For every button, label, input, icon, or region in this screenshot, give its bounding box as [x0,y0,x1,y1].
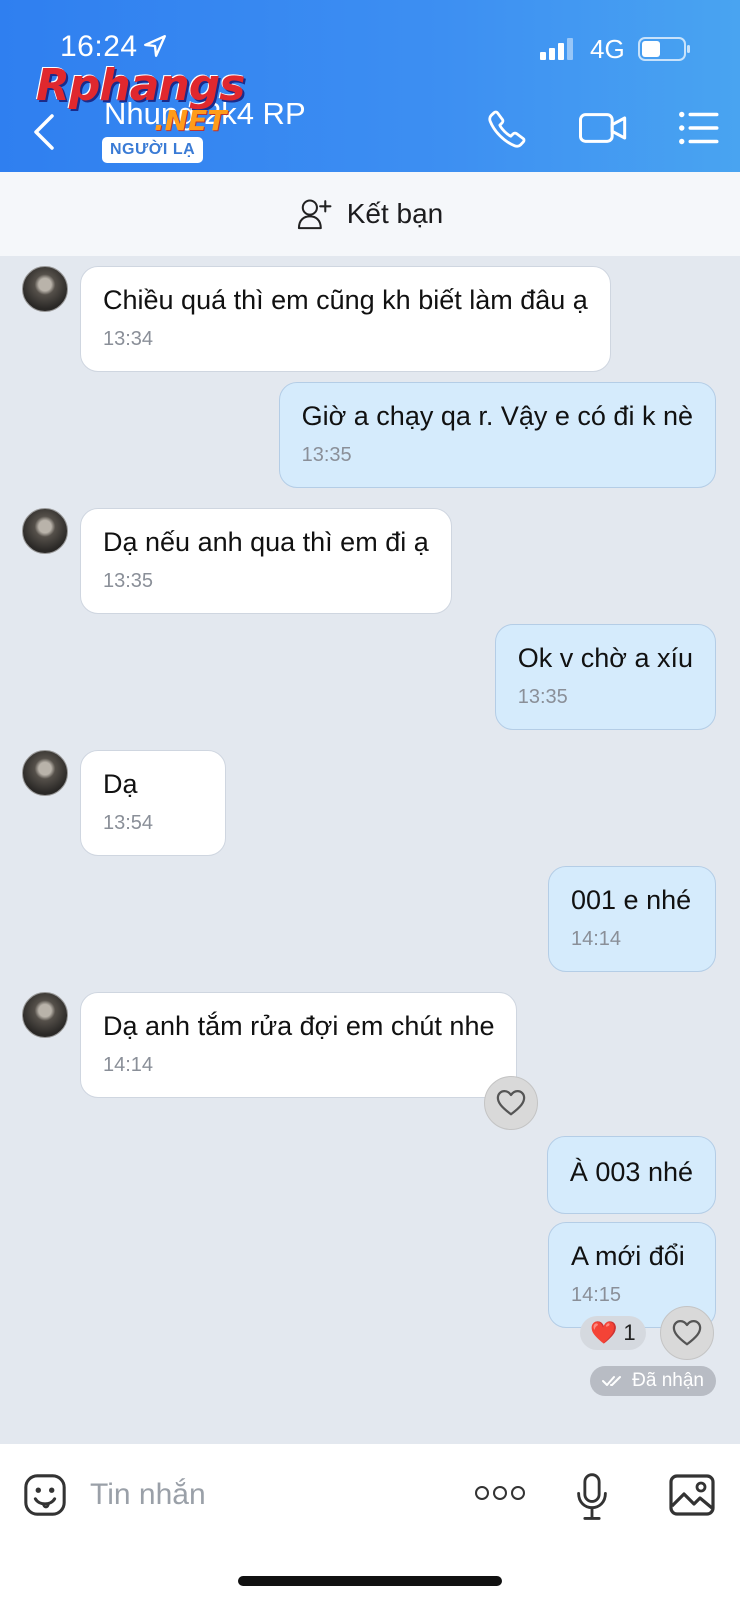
message-bubble-outgoing[interactable]: 001 e nhé 14:14 [548,866,716,972]
network-type: 4G [590,34,625,64]
heart-outline-icon [672,1320,702,1346]
message-text: Chiều quá thì em cũng kh biết làm đâu ạ [103,285,588,315]
message-bubble-outgoing[interactable]: Ok v chờ a xíu 13:35 [494,624,716,730]
avatar[interactable] [22,992,68,1038]
message-text: À 003 nhé [569,1157,693,1187]
add-friend-button[interactable]: Kết bạn [0,172,740,256]
message-time: 13:54 [103,812,154,834]
react-heart-button[interactable] [660,1306,714,1360]
chat-header: 16:24 4G Nhung 2k4 RP NGƯỜI LẠ Rphangs .… [0,0,740,172]
message-bubble-incoming[interactable]: Chiều quá thì em cũng kh biết làm đâu ạ … [80,266,611,372]
message-bubble-outgoing[interactable]: À 003 nhé [546,1136,716,1214]
image-gallery-icon[interactable] [668,1472,716,1518]
battery-icon [638,37,690,61]
message-bubble-incoming[interactable]: Dạ nếu anh qua thì em đi ạ 13:35 [80,508,452,614]
reaction-count: 1 [623,1320,636,1345]
microphone-icon[interactable] [574,1472,610,1522]
message-bubble-outgoing[interactable]: Giờ a chạy qa r. Vậy e có đi k nè 13:35 [278,382,716,488]
message-text: Dạ nếu anh qua thì em đi ạ [103,527,429,557]
message-text: Ok v chờ a xíu [517,643,693,673]
video-call-icon[interactable] [578,108,628,148]
delivery-status: Đã nhận [590,1366,716,1396]
message-text: Giờ a chạy qa r. Vậy e có đi k nè [301,401,693,431]
message-text: A mới đổi [571,1241,685,1271]
message-input[interactable]: Tin nhắn [90,1478,206,1512]
add-friend-icon [297,199,332,230]
message-time: 13:35 [517,686,568,708]
add-friend-label: Kết bạn [346,198,444,229]
heart-emoji-icon: ❤️ [590,1320,618,1345]
phone-call-icon[interactable] [486,108,528,150]
react-heart-button[interactable] [484,1076,538,1130]
message-time: 14:15 [571,1284,622,1306]
location-arrow-icon [143,35,166,57]
message-time: 13:35 [103,570,154,592]
avatar[interactable] [22,750,68,796]
message-time: 14:14 [571,928,622,950]
watermark-logo: Rphangs .NET [36,60,245,137]
home-indicator [238,1576,502,1586]
message-list[interactable]: Chiều quá thì em cũng kh biết làm đâu ạ … [0,256,740,1444]
stranger-badge: NGƯỜI LẠ [102,137,204,163]
menu-list-icon[interactable] [678,108,720,148]
avatar[interactable] [22,266,68,312]
message-bubble-incoming[interactable]: Dạ 13:54 [80,750,226,856]
avatar[interactable] [22,508,68,554]
message-time: 13:35 [301,444,352,466]
status-bar-time: 16:24 [60,30,168,64]
message-bubble-incoming[interactable]: Dạ anh tắm rửa đợi em chút nhe 14:14 [80,992,518,1098]
message-text: 001 e nhé [571,885,692,915]
heart-outline-icon [496,1090,526,1116]
message-composer: Tin nhắn [0,1444,740,1600]
sticker-emoji-icon[interactable] [22,1472,68,1518]
double-check-icon [602,1376,622,1386]
back-icon[interactable] [26,110,62,154]
signal-icon [540,38,573,60]
message-time: 14:14 [103,1054,154,1076]
message-text: Dạ anh tắm rửa đợi em chút nhe [103,1011,495,1041]
more-options-icon[interactable] [474,1478,526,1508]
message-time: 13:34 [103,328,154,350]
reaction-summary[interactable]: ❤️ 1 [580,1316,646,1350]
message-text: Dạ [103,769,138,799]
